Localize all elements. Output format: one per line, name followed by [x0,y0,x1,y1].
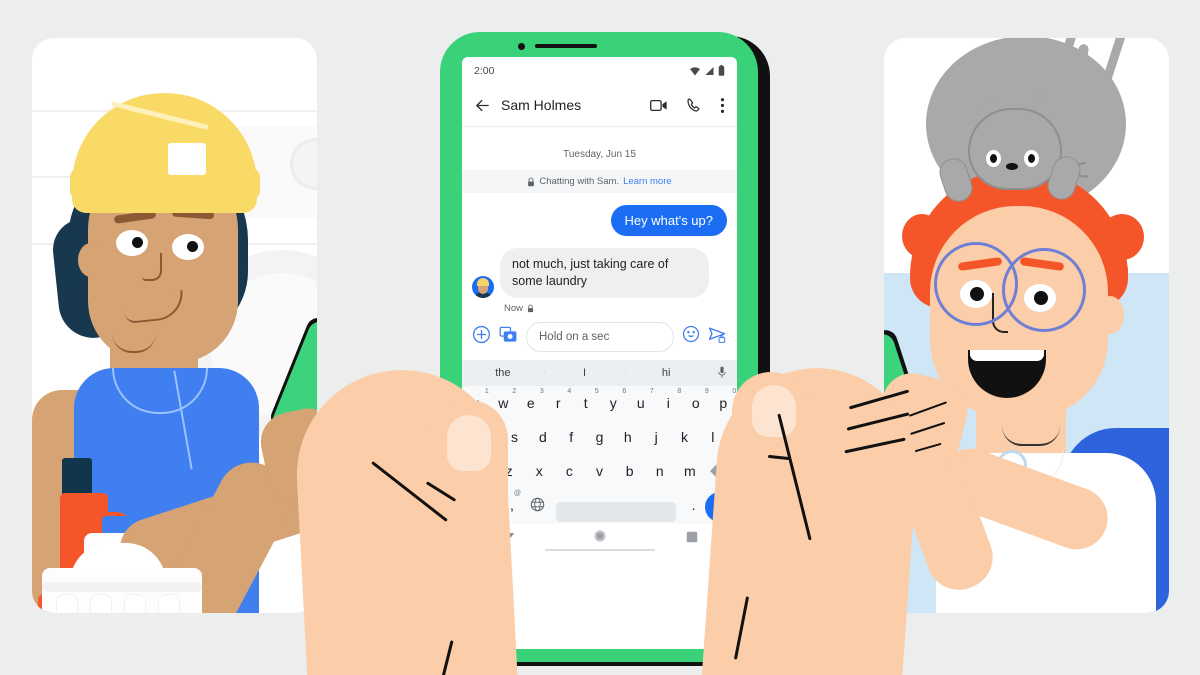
earpiece-speaker [535,44,597,48]
key-b[interactable]: b [615,454,645,488]
key-h[interactable]: h [614,420,642,454]
glasses-lens-right [1002,248,1086,332]
signal-icon [705,66,714,75]
nav-home-circle-icon[interactable] [593,529,607,548]
keyboard-row-1: 1q 2w 3e 4r 5t 6y 7u 8i 9o 0p [462,386,737,420]
key-k[interactable]: k [670,420,698,454]
phone-call-icon[interactable] [686,97,702,113]
spacebar-key[interactable] [556,501,677,522]
person-right-teeth [970,350,1044,361]
overflow-menu-icon[interactable] [720,97,725,114]
front-camera-icon [518,43,525,50]
person-left-nose [142,253,162,281]
suggestion-chip-2[interactable]: I [543,367,626,379]
key-t[interactable]: 5t [572,386,600,420]
left-illustration-panel [32,38,317,613]
battery-icon [718,65,725,76]
microphone-icon[interactable] [707,366,737,379]
conversation-title: Sam Holmes [501,97,582,113]
incoming-message-bubble[interactable]: not much, just taking care of some laund… [500,248,709,298]
composer-placeholder: Hold on a sec [539,330,610,343]
beanie-patch [168,143,206,175]
key-period[interactable]: . [682,488,705,522]
screenshot-root: 2:00 Sam Holmes Tuesday, Jun 15 Chatting… [0,0,1200,675]
suggestion-chip-1[interactable]: the [462,367,544,379]
key-n[interactable]: n [645,454,675,488]
status-bar: 2:00 [462,57,737,84]
laundry-basket-rim [42,582,202,592]
rcs-learn-more-link[interactable]: Learn more [623,176,672,187]
key-f[interactable]: f [557,420,585,454]
message-timestamp: Now [504,302,524,314]
key-c[interactable]: c [554,454,584,488]
message-thread: Hey what's up? not much, just taking car… [462,205,737,314]
key-e[interactable]: 3e [517,386,545,420]
beanie-brim [70,168,260,200]
cat-head [968,108,1062,190]
status-time: 2:00 [474,64,495,77]
gallery-camera-icon[interactable] [499,325,518,349]
person-left-pupil-right [187,241,198,252]
key-m[interactable]: m [675,454,705,488]
back-arrow-icon[interactable] [474,97,491,114]
person-right-ear [1096,296,1124,334]
key-r[interactable]: 4r [545,386,573,420]
nav-gesture-pill [544,549,655,551]
key-u[interactable]: 7u [627,386,655,420]
rcs-encryption-banner: Chatting with Sam. Learn more [462,170,737,193]
lock-icon [527,304,534,312]
right-illustration-panel [884,38,1169,613]
key-j[interactable]: j [642,420,670,454]
send-encrypted-icon[interactable] [708,325,727,349]
message-composer: Hold on a sec [462,314,737,360]
contact-avatar[interactable] [472,275,494,298]
key-g[interactable]: g [585,420,613,454]
video-call-icon[interactable] [650,98,668,113]
key-o[interactable]: 9o [682,386,710,420]
left-thumbnail [447,415,491,471]
status-icons [689,65,725,76]
message-timestamp-row: Now [504,303,727,314]
cat-nose [1006,163,1018,170]
right-thumbnail [752,385,796,437]
message-row-incoming: not much, just taking care of some laund… [472,248,727,298]
suggestion-chip-3[interactable]: hi [625,367,707,379]
add-attachment-icon[interactable] [472,325,491,349]
key-i[interactable]: 8i [655,386,683,420]
key-v[interactable]: v [584,454,614,488]
lock-icon [528,177,535,186]
key-x[interactable]: x [524,454,554,488]
wifi-icon [690,66,700,75]
person-left-ear [78,243,104,277]
date-separator: Tuesday, Jun 15 [563,149,636,160]
conversation-app-bar: Sam Holmes [462,84,737,127]
rcs-banner-text: Chatting with Sam. [539,176,620,187]
emoji-smiley-icon[interactable] [682,325,700,348]
outgoing-message-bubble[interactable]: Hey what's up? [610,205,727,236]
language-globe-icon[interactable] [525,488,551,522]
message-input[interactable]: Hold on a sec [526,321,674,352]
key-y[interactable]: 6y [600,386,628,420]
key-d[interactable]: d [529,420,557,454]
person-left-pupil-left [132,237,143,248]
suggestion-strip: the I hi [462,359,737,386]
nav-recents-square-icon[interactable] [686,530,698,548]
message-row-outgoing: Hey what's up? [472,205,727,236]
